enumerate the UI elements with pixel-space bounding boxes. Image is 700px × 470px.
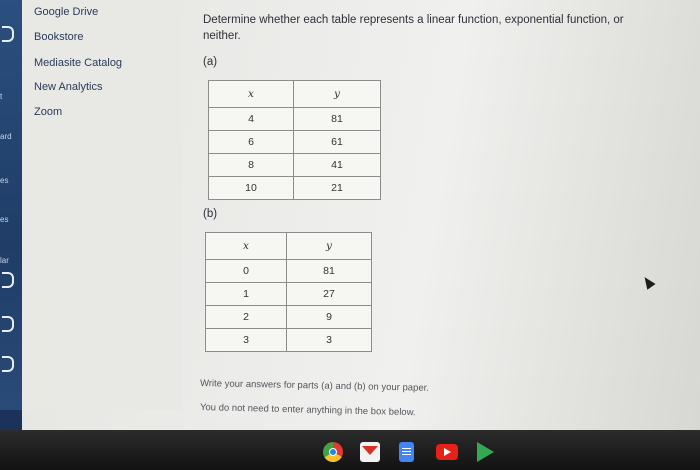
table-row: 8 41 [208,153,381,177]
question-text-continued: neither. [203,30,241,42]
cell-x: 2 [205,305,287,329]
screen: t ard es es lar Google Drive Bookstore M… [0,0,700,470]
header-x: x [205,232,287,260]
cell-x: 4 [208,107,294,131]
nav-icon[interactable] [2,316,14,332]
cell-x: 10 [208,176,294,200]
cell-y: 27 [286,282,372,306]
question-panel: Determine whether each table represents … [182,0,700,430]
table-row: x y [208,80,381,108]
cell-x: 8 [208,153,294,177]
part-a-label: (a) [203,56,218,68]
cell-y: 41 [293,153,381,177]
menu-item-google-drive[interactable]: Google Drive [34,6,98,18]
cell-y: 21 [293,176,381,200]
cell-y: 3 [286,328,372,352]
part-b-label: (b) [203,208,218,220]
table-b: x y 0 81 1 27 2 9 3 3 [205,232,372,352]
nav-icon[interactable] [2,272,14,288]
table-row: 6 61 [208,130,381,154]
play-store-icon[interactable] [475,442,495,462]
table-row: x y [205,232,372,260]
cell-y: 9 [286,305,372,329]
nav-fragment[interactable]: ard [0,132,12,141]
instruction-note: Write your answers for parts (a) and (b)… [199,378,430,394]
chrome-icon[interactable] [323,442,343,462]
chrome-center [329,448,337,456]
table-row: 2 9 [205,305,372,329]
menu-item-mediasite-catalog[interactable]: Mediasite Catalog [34,57,122,69]
header-y: y [293,80,381,108]
header-x: x [208,80,294,108]
cell-x: 1 [205,282,287,306]
table-a: x y 4 81 6 61 8 41 10 21 [208,80,381,200]
table-row: 0 81 [205,259,372,283]
menu-item-zoom[interactable]: Zoom [34,106,62,118]
docs-icon[interactable] [399,442,414,462]
gmail-envelope [362,446,378,455]
instruction-note-secondary: You do not need to enter anything in the… [199,402,416,419]
question-text: Determine whether each table represents … [203,14,624,26]
youtube-play [444,448,451,456]
nav-fragment[interactable]: es [0,215,8,224]
cell-y: 81 [286,259,372,283]
nav-fragment[interactable]: t [0,92,2,101]
play-triangle [477,442,494,462]
taskbar [0,430,700,470]
nav-footer [0,410,22,430]
table-row: 10 21 [208,176,381,200]
docs-lines [402,448,411,449]
nav-fragment[interactable]: lar [0,256,9,265]
cell-x: 3 [205,328,287,352]
table-row: 3 3 [205,328,372,352]
cell-y: 81 [293,107,381,131]
global-nav: t ard es es lar [0,0,22,410]
cell-x: 6 [208,130,294,154]
header-y: y [286,232,372,260]
cell-x: 0 [205,259,287,283]
table-row: 1 27 [205,282,372,306]
course-menu: Google Drive Bookstore Mediasite Catalog… [22,0,182,410]
menu-item-new-analytics[interactable]: New Analytics [34,81,102,93]
cell-y: 61 [293,130,381,154]
menu-item-bookstore[interactable]: Bookstore [34,31,84,43]
nav-icon[interactable] [2,26,14,42]
table-row: 4 81 [208,107,381,131]
gmail-icon[interactable] [360,442,380,462]
nav-fragment[interactable]: es [0,176,8,185]
youtube-icon[interactable] [436,444,458,460]
nav-icon[interactable] [2,356,14,372]
